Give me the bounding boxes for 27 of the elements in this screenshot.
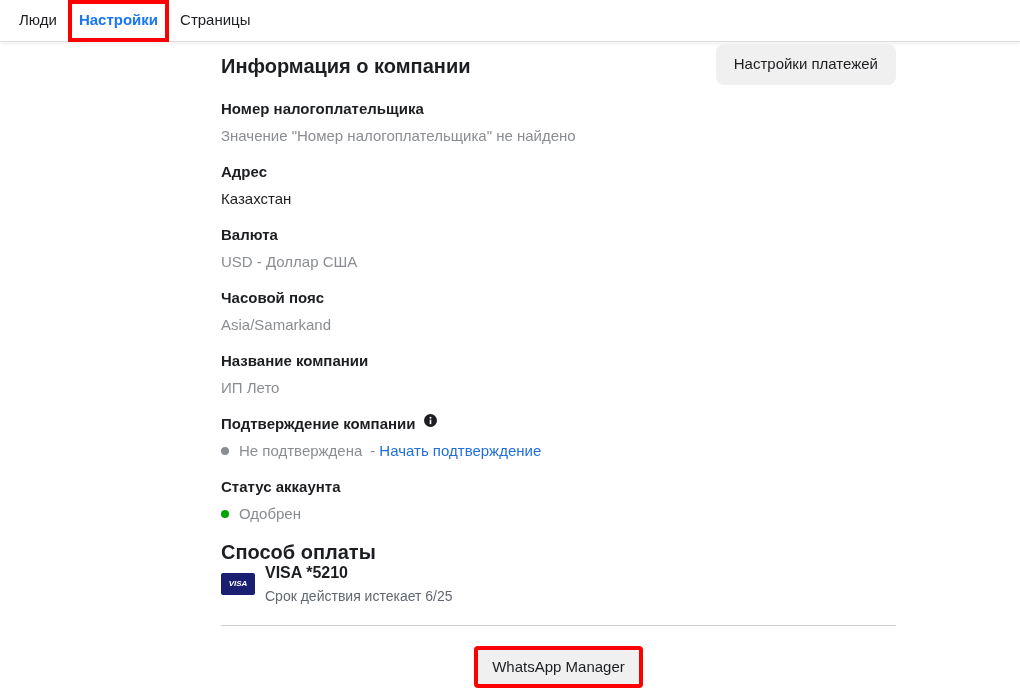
status-text: Одобрен [239, 503, 301, 524]
payment-settings-button[interactable]: Настройки платежей [715, 44, 896, 85]
payment-title: Способ оплаты [221, 540, 377, 563]
card-expiry: Срок действия истекает 6/25 [265, 586, 453, 606]
field-label: Подтверждение компании [221, 413, 416, 434]
separator-text: - [370, 440, 376, 461]
field-label: Часовой пояс [221, 287, 326, 308]
start-verification-link[interactable]: Начать подтверждение [379, 440, 542, 461]
field-label: Номер налогоплательщика [221, 98, 425, 119]
field-value: Казахстан [221, 188, 293, 209]
field-label: Валюта [221, 224, 279, 245]
field-value: Значение "Номер налогоплательщика" не найдено [221, 125, 577, 146]
field-value: USD - Доллар США [221, 251, 359, 272]
field-value: Asia/Samarkand [221, 314, 333, 335]
tab[interactable]: Люди [8, 0, 68, 42]
tab[interactable]: Страницы [169, 0, 262, 42]
card-logo: VISA [221, 572, 255, 595]
field-label: Адрес [221, 161, 268, 182]
tab[interactable]: Настройки [67, 0, 170, 42]
section-title: Информация о компании [221, 54, 471, 79]
whatsapp-manager-button[interactable]: WhatsApp Manager [474, 645, 643, 688]
info-icon[interactable] [423, 414, 437, 427]
field-value: ИП Лето [221, 377, 281, 398]
status-text: Не подтверждена [239, 440, 363, 461]
field-label: Название компании [221, 350, 370, 371]
field-label: Статус аккаунта [221, 476, 342, 497]
card-number: VISA *5210 [265, 562, 349, 583]
